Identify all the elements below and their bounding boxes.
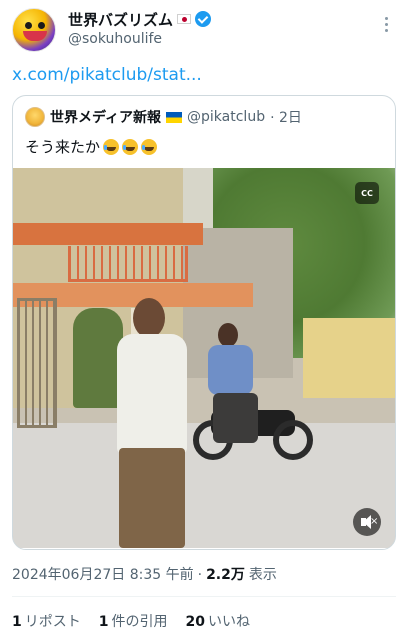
quotes-count: 1 (98, 614, 109, 630)
man-pants (119, 448, 185, 548)
ukraine-flag-icon (166, 111, 183, 123)
rolling-on-floor-laughing-emoji-icon (141, 138, 158, 155)
rolling-on-floor-laughing-emoji-icon (103, 138, 120, 155)
avatar[interactable] (12, 8, 56, 52)
meta-separator: · (197, 567, 203, 583)
author-name-row: 世界バズリズム (68, 9, 212, 30)
avatar-eye-left (25, 22, 32, 29)
divider (12, 596, 396, 597)
author-handle[interactable]: @sokuhoulife (68, 31, 162, 47)
rider-legs (213, 393, 258, 443)
japan-flag-icon (177, 14, 192, 24)
closed-captions-icon[interactable]: CC (355, 182, 379, 204)
tweet-meta: 2024年06月27日 8:35 午前 · 2.2万 表示 (12, 564, 277, 584)
avatar-eye-right (38, 22, 45, 29)
video-scene-rider (208, 323, 268, 443)
verified-badge-icon[interactable] (195, 11, 212, 27)
quotes-stat[interactable]: 1 件の引用 (99, 611, 168, 631)
quoted-tweet-header: 世界メディア新報 @pikatclub · 2日 (25, 107, 302, 127)
man-shirt (117, 334, 187, 454)
quoted-tweet-text: そう来たか (25, 138, 101, 156)
quotes-label: 件の引用 (111, 614, 168, 630)
reposts-stat[interactable]: 1 リポスト (12, 611, 81, 631)
rider-head (218, 323, 238, 347)
man-head (133, 298, 165, 338)
reposts-label: リポスト (24, 614, 81, 630)
video-player[interactable]: CC × (13, 168, 395, 548)
likes-label: いいね (207, 614, 250, 630)
tweet-date[interactable]: 2024年06月27日 8:35 午前 (12, 564, 194, 584)
quoted-tweet-text-row: そう来たか (25, 136, 158, 157)
more-options-icon[interactable] (376, 14, 396, 34)
video-scene-balcony (68, 246, 188, 282)
video-scene-awning (13, 223, 203, 245)
motorcycle-front-wheel (273, 420, 313, 460)
rolling-on-floor-laughing-emoji-icon (122, 138, 139, 155)
video-scene-man (113, 298, 193, 548)
reposts-count: 1 (12, 614, 22, 630)
engagement-stats: 1 リポスト 1 件の引用 20 いいね (12, 611, 250, 631)
quoted-author-handle: @pikatclub (187, 109, 266, 125)
likes-count: 20 (185, 614, 205, 630)
quoted-tweet-card[interactable]: 世界メディア新報 @pikatclub · 2日 そう来たか CC × (12, 95, 396, 550)
quoted-author-name: 世界メディア新報 (50, 110, 162, 126)
video-scene-yellow-wall (303, 318, 395, 398)
views-label: 表示 (248, 567, 277, 583)
tweet-header: 世界バズリズム @sokuhoulife (0, 0, 408, 60)
video-scene-gate (17, 298, 57, 428)
quoted-avatar (25, 107, 45, 127)
avatar-mouth (23, 31, 47, 41)
views-count: 2.2万 (206, 567, 245, 583)
likes-stat[interactable]: 20 いいね (186, 611, 250, 631)
quoted-tweet-time: · 2日 (270, 110, 302, 126)
speaker-muted-icon[interactable]: × (353, 508, 381, 536)
tweet-link[interactable]: x.com/pikatclub/stat... (12, 65, 202, 85)
rider-body (208, 345, 253, 395)
author-name[interactable]: 世界バズリズム (68, 9, 173, 30)
